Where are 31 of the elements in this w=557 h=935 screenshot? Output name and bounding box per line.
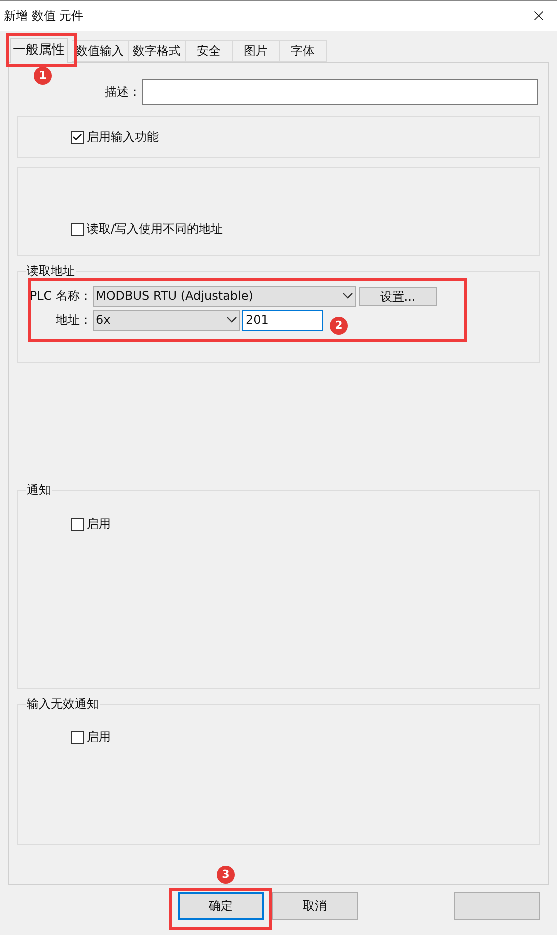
tab[interactable]: 字体 — [280, 40, 327, 62]
tab[interactable]: 数字格式 — [129, 40, 186, 62]
dialog-button[interactable]: 取消 — [272, 892, 358, 920]
tab[interactable]: 安全 — [186, 40, 233, 62]
description-field[interactable] — [142, 79, 538, 105]
checkbox-label: 启用输入功能 — [87, 129, 159, 146]
checkbox[interactable] — [71, 130, 84, 144]
field-label: 地址： — [55, 312, 92, 329]
highlight-frame — [6, 33, 77, 67]
address-field[interactable]: 201 — [242, 310, 323, 330]
field-label: 描述： — [104, 84, 141, 101]
tab[interactable]: 图片 — [233, 40, 280, 62]
tab[interactable]: 一般属性 — [10, 38, 68, 63]
tab[interactable]: 数值输入 — [72, 40, 129, 62]
group-title: 通知 — [26, 482, 52, 498]
checkbox-label: 启用 — [87, 516, 111, 533]
address-type-dropdown[interactable]: 6x — [93, 310, 240, 330]
window-title: 新增 数值 元件 — [4, 8, 84, 25]
group-title: 输入无效通知 — [26, 696, 100, 712]
checkbox[interactable] — [71, 730, 84, 744]
checkbox[interactable] — [71, 222, 84, 236]
field-label: PLC 名称： — [28, 288, 92, 305]
dialog-button[interactable]: 确定 — [178, 892, 264, 920]
chevron-icon — [343, 293, 353, 299]
chevron-icon — [227, 317, 237, 323]
group-title: 读取地址 — [26, 263, 76, 279]
checkbox[interactable] — [71, 518, 84, 530]
plc-dropdown[interactable]: MODBUS RTU (Adjustable) — [93, 286, 356, 306]
checkbox-label: 读取/写入使用不同的地址 — [87, 221, 224, 238]
checkbox-label: 启用 — [87, 729, 111, 746]
settings-button[interactable]: 设置... — [359, 286, 437, 306]
